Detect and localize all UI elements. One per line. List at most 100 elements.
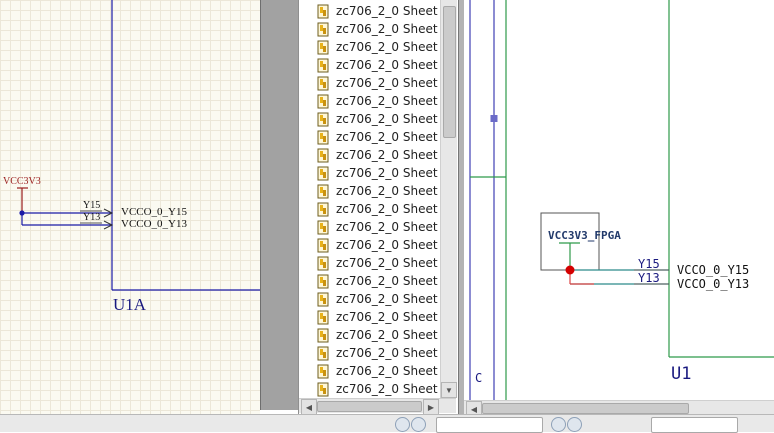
sheet-list-panel[interactable]: zc706_2_0 Sheet zc706_2_0 Sheet zc706_2_0 … xyxy=(298,0,459,415)
junction-dot-red xyxy=(565,265,575,275)
sheet-list-item[interactable]: zc706_2_0 Sheet xyxy=(317,236,438,254)
sheet-list-item[interactable]: zc706_2_0 Sheet xyxy=(317,200,438,218)
pin-label-y13-right: Y13 xyxy=(638,271,660,285)
schematic-sheet-icon xyxy=(317,94,329,108)
sheet-list-item[interactable]: zc706_2_0 Sheet xyxy=(317,380,438,398)
sheet-list-item-label: zc706_2_0 Sheet xyxy=(336,274,438,288)
sheet-list-horizontal-scrollbar[interactable]: ◀ ▶ xyxy=(299,398,456,415)
frame-zone-letter: C xyxy=(475,371,483,385)
schematic-sheet-icon xyxy=(317,148,329,162)
sheet-list-item[interactable]: zc706_2_0 Sheet xyxy=(317,254,438,272)
schematic-sheet-icon xyxy=(317,40,329,54)
sheet-list-item-label: zc706_2_0 Sheet xyxy=(336,166,438,180)
schematic-horizontal-scrollbar[interactable]: ◀ xyxy=(464,400,774,417)
right-schematic-canvas[interactable]: VCC3V3_FPGA Y15 Y13 VCCO_0_Y15 VCCO_0_Y1… xyxy=(464,0,774,400)
sheet-list-item[interactable]: zc706_2_0 Sheet xyxy=(317,290,438,308)
schematic-sheet-icon xyxy=(317,184,329,198)
schematic-sheet-icon xyxy=(317,76,329,90)
nav-back-icon[interactable] xyxy=(551,417,566,432)
sheet-list-item-label: zc706_2_0 Sheet xyxy=(336,382,438,396)
sheet-list-item[interactable]: zc706_2_0 Sheet xyxy=(317,164,438,182)
sheet-list-item[interactable]: zc706_2_0 Sheet xyxy=(317,362,438,380)
schematic-sheet-icon xyxy=(317,364,329,378)
sheet-list-vertical-scrollbar[interactable]: ▼ xyxy=(440,0,457,398)
sheet-list-item[interactable]: zc706_2_0 Sheet xyxy=(317,182,438,200)
sheet-list-item[interactable]: zc706_2_0 Sheet xyxy=(317,308,438,326)
sheet-list-item-label: zc706_2_0 Sheet xyxy=(336,364,438,378)
power-label: VCC3V3 xyxy=(3,176,41,187)
sheet-list-item-label: zc706_2_0 Sheet xyxy=(336,58,438,72)
sheet-list-item-label: zc706_2_0 Sheet xyxy=(336,220,438,234)
sheet-list-item[interactable]: zc706_2_0 Sheet xyxy=(317,74,438,92)
net-label-vcco-y13: VCCO_0_Y13 xyxy=(121,218,188,230)
sheet-list-item[interactable]: zc706_2_0 Sheet xyxy=(317,326,438,344)
sheet-list-item[interactable]: zc706_2_0 Sheet xyxy=(317,344,438,362)
junction-dot xyxy=(19,210,25,216)
net-label-vcco-y15: VCCO_0_Y15 xyxy=(121,206,188,218)
port-label: VCC3V3_FPGA xyxy=(548,229,621,242)
schematic-sheet-icon xyxy=(317,382,329,396)
net-label-vcco-y13-right: VCCO_0_Y13 xyxy=(677,277,750,291)
schematic-sheet-icon xyxy=(317,130,329,144)
scroll-right-arrow-icon[interactable]: ▶ xyxy=(423,399,439,415)
schematic-sheet-icon xyxy=(317,58,329,72)
sheet-list-item-label: zc706_2_0 Sheet xyxy=(336,292,438,306)
sheet-list-item-label: zc706_2_0 Sheet xyxy=(336,112,438,126)
sheet-list-item[interactable]: zc706_2_0 Sheet xyxy=(317,218,438,236)
bottom-toolbar xyxy=(0,414,774,433)
sheet-list-item-label: zc706_2_0 Sheet xyxy=(336,202,438,216)
pin-label-y13: Y13 xyxy=(83,212,101,223)
schematic-sheet-icon xyxy=(317,4,329,18)
pin-label-y15: Y15 xyxy=(83,200,101,211)
sheet-list-item-label: zc706_2_0 Sheet xyxy=(336,238,438,252)
schematic-sheet-icon xyxy=(317,166,329,180)
schematic-sheet-icon xyxy=(317,310,329,324)
sheet-list-item[interactable]: zc706_2_0 Sheet xyxy=(317,128,438,146)
scroll-down-arrow-icon[interactable]: ▼ xyxy=(441,382,457,398)
pin-label-y15-right: Y15 xyxy=(638,257,660,271)
sheet-list-item[interactable]: zc706_2_0 Sheet xyxy=(317,110,438,128)
schematic-sheet-icon xyxy=(317,22,329,36)
schematic-sheet-icon xyxy=(317,328,329,342)
nav-forward-icon[interactable] xyxy=(567,417,582,432)
sheet-list-item[interactable]: zc706_2_0 Sheet xyxy=(317,2,438,20)
schematic-sheet-icon xyxy=(317,256,329,270)
net-label-vcco-y15-right: VCCO_0_Y15 xyxy=(677,263,750,277)
sheet-list-item-label: zc706_2_0 Sheet xyxy=(336,310,438,324)
sheet-list-item[interactable]: zc706_2_0 Sheet xyxy=(317,56,438,74)
horizontal-scroll-thumb-right[interactable] xyxy=(482,403,689,414)
sheet-list-item-label: zc706_2_0 Sheet xyxy=(336,4,438,18)
panel-splitter-left[interactable] xyxy=(260,0,299,410)
sheet-list-item-label: zc706_2_0 Sheet xyxy=(336,184,438,198)
sheet-list-item-label: zc706_2_0 Sheet xyxy=(336,328,438,342)
frame-marker xyxy=(490,115,498,122)
zoom-in-icon[interactable] xyxy=(411,417,426,432)
sheet-list-item-label: zc706_2_0 Sheet xyxy=(336,76,438,90)
vertical-scroll-thumb[interactable] xyxy=(443,6,456,138)
schematic-sheet-icon xyxy=(317,292,329,306)
scroll-left-arrow-icon[interactable]: ◀ xyxy=(301,399,317,415)
zoom-out-icon[interactable] xyxy=(395,417,410,432)
sheet-list: zc706_2_0 Sheet zc706_2_0 Sheet zc706_2_0 … xyxy=(299,0,440,398)
sheet-list-item[interactable]: zc706_2_0 Sheet xyxy=(317,146,438,164)
sheet-list-item[interactable]: zc706_2_0 Sheet xyxy=(317,38,438,56)
sheet-list-item[interactable]: zc706_2_0 Sheet xyxy=(317,20,438,38)
sheet-list-item-label: zc706_2_0 Sheet xyxy=(336,256,438,270)
schematic-sheet-icon xyxy=(317,346,329,360)
schematic-sheet-icon xyxy=(317,274,329,288)
schematic-sheet-icon xyxy=(317,220,329,234)
left-schematic-canvas[interactable]: VCC3V3 Y15 Y13 VCCO_0_Y15 VCCO_0_Y13 U1A xyxy=(0,0,260,431)
component-designator: U1A xyxy=(113,295,147,314)
sheet-list-item[interactable]: zc706_2_0 Sheet xyxy=(317,272,438,290)
component-designator-right: U1 xyxy=(671,364,692,384)
sheet-list-item[interactable]: zc706_2_0 Sheet xyxy=(317,92,438,110)
sheet-list-item-label: zc706_2_0 Sheet xyxy=(336,40,438,54)
sheet-list-item-label: zc706_2_0 Sheet xyxy=(336,22,438,36)
sheet-list-item-label: zc706_2_0 Sheet xyxy=(336,130,438,144)
schematic-sheet-icon xyxy=(317,112,329,126)
schematic-sheet-icon xyxy=(317,202,329,216)
sheet-list-item-label: zc706_2_0 Sheet xyxy=(336,346,438,360)
sheet-list-item-label: zc706_2_0 Sheet xyxy=(336,148,438,162)
schematic-sheet-icon xyxy=(317,238,329,252)
horizontal-scroll-thumb[interactable] xyxy=(317,401,422,412)
